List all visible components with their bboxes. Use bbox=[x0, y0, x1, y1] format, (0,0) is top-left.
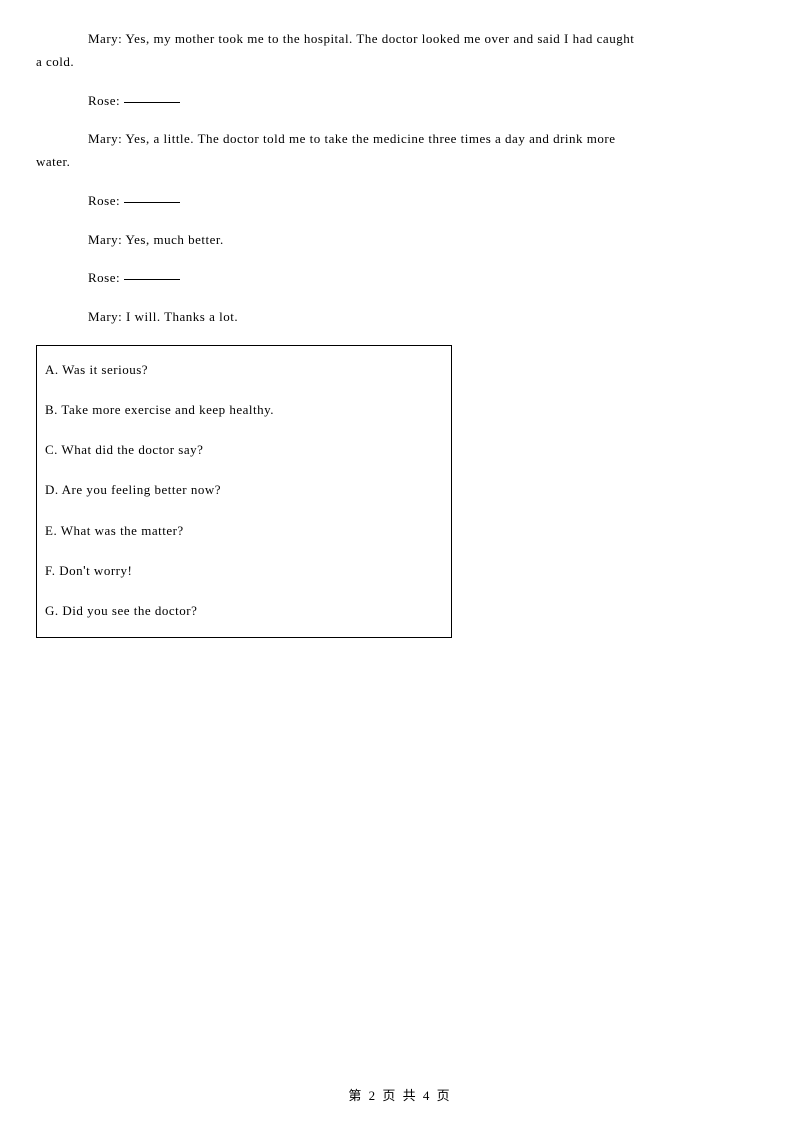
option-c: C. What did the doctor say? bbox=[37, 441, 451, 459]
fill-blank[interactable] bbox=[124, 189, 180, 203]
dialogue-text: I will. Thanks a lot. bbox=[126, 309, 238, 324]
option-g: G. Did you see the doctor? bbox=[37, 602, 451, 620]
dialogue-text-continuation: water. bbox=[36, 151, 764, 174]
dialogue-text: Yes, a little. The doctor told me to tak… bbox=[126, 131, 616, 146]
option-e: E. What was the matter? bbox=[37, 522, 451, 540]
speaker-label: Mary: bbox=[88, 309, 126, 324]
speaker-label: Mary: bbox=[88, 232, 126, 247]
dialogue-line-rose-3: Rose: bbox=[36, 267, 764, 290]
speaker-label: Mary: bbox=[88, 131, 126, 146]
option-f-prefix: F. Don bbox=[45, 563, 83, 578]
option-b: B. Take more exercise and keep healthy. bbox=[37, 401, 451, 419]
dialogue-text-continuation: a cold. bbox=[36, 51, 764, 74]
dialogue-line-rose-2: Rose: bbox=[36, 190, 764, 213]
answer-options-box: A. Was it serious? B. Take more exercise… bbox=[36, 345, 452, 638]
dialogue-text: Yes, my mother took me to the hospital. … bbox=[126, 31, 635, 46]
speaker-label: Rose: bbox=[88, 270, 124, 285]
dialogue-line-rose-1: Rose: bbox=[36, 90, 764, 113]
dialogue-text: Yes, much better. bbox=[126, 232, 224, 247]
speaker-label: Rose: bbox=[88, 193, 124, 208]
page-number: 第 2 页 共 4 页 bbox=[348, 1088, 451, 1103]
option-f: F. Don't worry! bbox=[37, 562, 451, 580]
document-content: Mary: Yes, my mother took me to the hosp… bbox=[0, 0, 800, 638]
option-d: D. Are you feeling better now? bbox=[37, 481, 451, 499]
fill-blank[interactable] bbox=[124, 89, 180, 103]
page-footer: 第 2 页 共 4 页 bbox=[0, 1085, 800, 1104]
option-a: A. Was it serious? bbox=[37, 361, 451, 379]
option-f-suffix: t worry! bbox=[86, 563, 132, 578]
fill-blank[interactable] bbox=[124, 266, 180, 280]
dialogue-line-mary-2: Mary: Yes, a little. The doctor told me … bbox=[36, 128, 764, 174]
dialogue-line-mary-3: Mary: Yes, much better. bbox=[36, 229, 764, 252]
speaker-label: Mary: bbox=[88, 31, 126, 46]
dialogue-line-mary-4: Mary: I will. Thanks a lot. bbox=[36, 306, 764, 329]
dialogue-line-mary-1: Mary: Yes, my mother took me to the hosp… bbox=[36, 28, 764, 74]
speaker-label: Rose: bbox=[88, 93, 124, 108]
